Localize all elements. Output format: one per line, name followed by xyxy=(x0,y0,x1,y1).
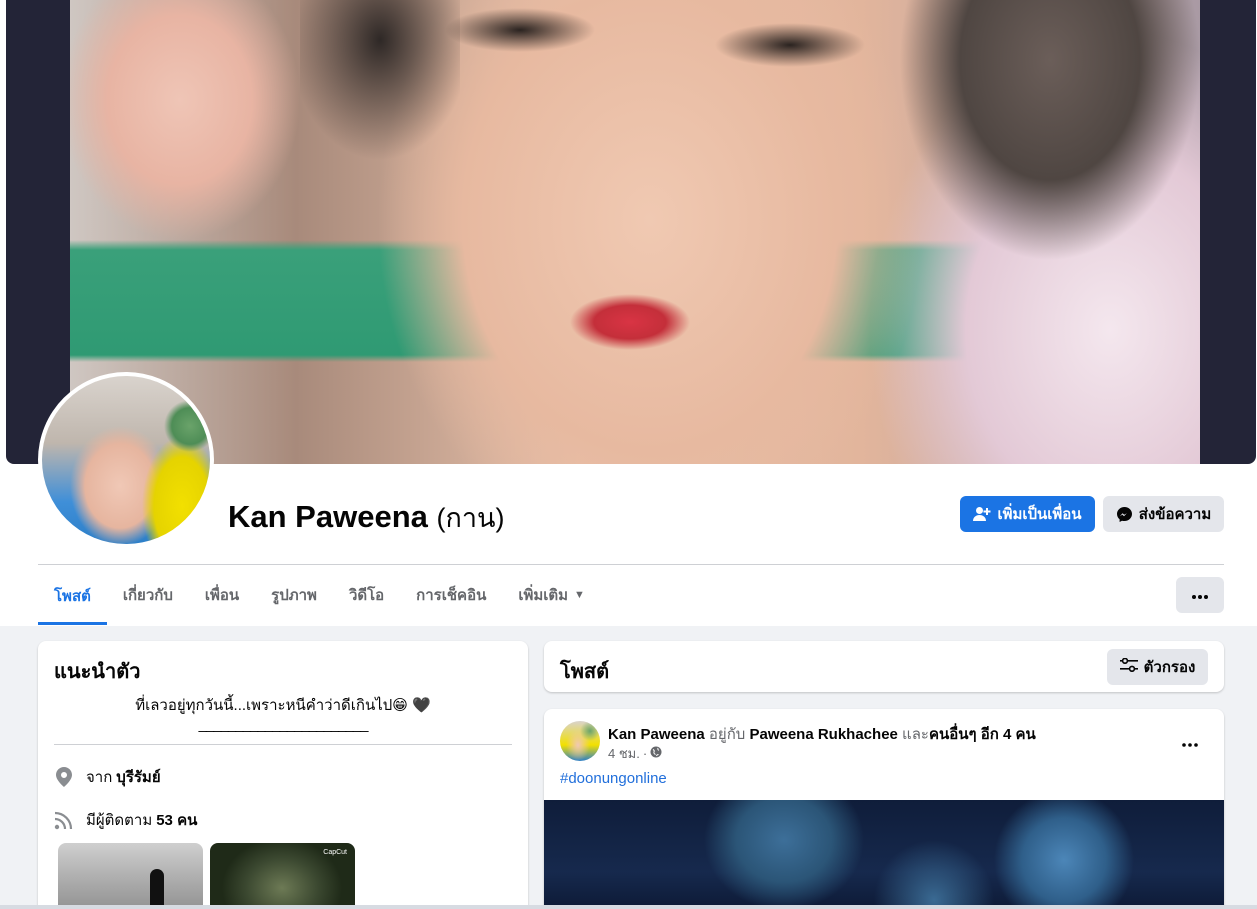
profile-avatar[interactable] xyxy=(42,376,210,544)
tab-label: รูปภาพ xyxy=(271,587,317,604)
tab-about[interactable]: เกี่ยวกับ xyxy=(107,566,189,624)
info-hometown: จาก บุรีรัมย์ xyxy=(54,765,161,789)
bio-underline: _______________________ xyxy=(198,716,369,733)
tab-posts[interactable]: โพสต์ xyxy=(38,566,107,625)
tab-label: เพิ่มเติม xyxy=(518,587,569,604)
add-friend-button[interactable]: เพิ่มเป็นเพื่อน xyxy=(960,496,1095,532)
more-options-button[interactable] xyxy=(1176,577,1224,613)
add-friend-icon xyxy=(973,506,991,522)
tab-label: เพื่อน xyxy=(204,587,240,604)
profile-tabs: โพสต์ เกี่ยวกับ เพื่อน รูปภาพ วิดีโอ การ… xyxy=(38,566,601,626)
tab-videos[interactable]: วิดีโอ xyxy=(333,566,400,624)
post-time[interactable]: 4 ชม. xyxy=(608,743,640,764)
info-followers: มีผู้ติดตาม 53 คน xyxy=(54,808,197,832)
tab-checkins[interactable]: การเช็คอิน xyxy=(400,566,502,624)
filter-button[interactable]: ตัวกรอง xyxy=(1107,649,1208,685)
hometown-prefix: จาก xyxy=(86,769,113,786)
post-image[interactable] xyxy=(544,800,1224,909)
intro-divider xyxy=(54,744,512,745)
profile-name: Kan Paweena (กาน) xyxy=(228,496,504,539)
post-separator: · xyxy=(642,746,648,761)
profile-alt-name: (กาน) xyxy=(436,503,505,533)
post-and-text: และ xyxy=(902,726,929,743)
filter-sliders-icon xyxy=(1119,657,1138,676)
message-button[interactable]: ส่งข้อความ xyxy=(1103,496,1224,532)
followers-value[interactable]: 53 คน xyxy=(156,808,197,832)
tab-label: การเช็คอิน xyxy=(416,587,487,604)
post-card: Kan Paweena อยู่กับ Paweena Rukhachee แล… xyxy=(544,709,1224,909)
posts-title: โพสต์ xyxy=(560,661,610,683)
featured-photo-2[interactable]: CapCut xyxy=(210,843,355,909)
followers-prefix: มีผู้ติดตาม xyxy=(86,812,153,829)
ellipsis-icon xyxy=(1182,734,1198,752)
capcut-badge: CapCut xyxy=(323,849,347,856)
hometown-value[interactable]: บุรีรัมย์ xyxy=(116,765,160,789)
messenger-icon xyxy=(1116,506,1133,523)
photo-detail xyxy=(150,869,164,909)
intro-card: แนะนำตัว ที่เลวอยู่ทุกวันนี้...เพราะหนีค… xyxy=(38,641,528,909)
tab-label: โพสต์ xyxy=(54,587,91,605)
tab-label: เกี่ยวกับ xyxy=(122,587,173,604)
cover-photo-detail xyxy=(300,0,460,180)
cover-photo-detail xyxy=(70,0,300,260)
globe-icon xyxy=(650,746,662,761)
caret-down-icon: ▼ xyxy=(574,589,585,601)
post-author-avatar[interactable] xyxy=(560,721,600,761)
tab-photos[interactable]: รูปภาพ xyxy=(255,566,333,624)
post-options-button[interactable] xyxy=(1172,725,1208,761)
post-header-text: Kan Paweena อยู่กับ Paweena Rukhachee แล… xyxy=(608,722,1036,746)
tab-label: วิดีโอ xyxy=(348,587,385,604)
cover-photo-frame[interactable] xyxy=(6,0,1256,464)
profile-header: Kan Paweena (กาน) เพิ่มเป็นเพื่อน ส่งข้อ… xyxy=(0,0,1257,626)
featured-photo-1[interactable] xyxy=(58,843,203,909)
header-divider xyxy=(38,564,1224,565)
cover-photo-detail xyxy=(900,0,1200,260)
ellipsis-icon xyxy=(1192,586,1208,604)
post-tagged-name[interactable]: Paweena Rukhachee xyxy=(749,726,897,743)
profile-name-text: Kan Paweena xyxy=(228,499,428,534)
tab-more[interactable]: เพิ่มเติม ▼ xyxy=(502,566,601,624)
filter-label: ตัวกรอง xyxy=(1143,659,1196,676)
add-friend-label: เพิ่มเป็นเพื่อน xyxy=(997,506,1082,523)
post-timestamp-row: 4 ชม. · xyxy=(608,743,662,764)
intro-title: แนะนำตัว xyxy=(54,661,141,683)
post-with-text: อยู่กับ xyxy=(708,726,746,743)
post-hashtag[interactable]: #doonungonline xyxy=(560,770,667,787)
message-label: ส่งข้อความ xyxy=(1138,506,1212,523)
rss-feed-icon xyxy=(54,810,74,830)
location-pin-icon xyxy=(54,767,74,787)
posts-header-card: โพสต์ ตัวกรอง xyxy=(544,641,1224,692)
post-author-name[interactable]: Kan Paweena xyxy=(608,726,705,743)
cover-photo[interactable] xyxy=(70,0,1200,464)
bio-text: ที่เลวอยู่ทุกวันนี้...เพราะหนีคำว่าดีเกิ… xyxy=(135,697,431,714)
post-others-link[interactable]: คนอื่นๆ อีก 4 คน xyxy=(929,726,1036,743)
tab-friends[interactable]: เพื่อน xyxy=(189,566,255,624)
window-bottom-edge xyxy=(0,905,1257,909)
